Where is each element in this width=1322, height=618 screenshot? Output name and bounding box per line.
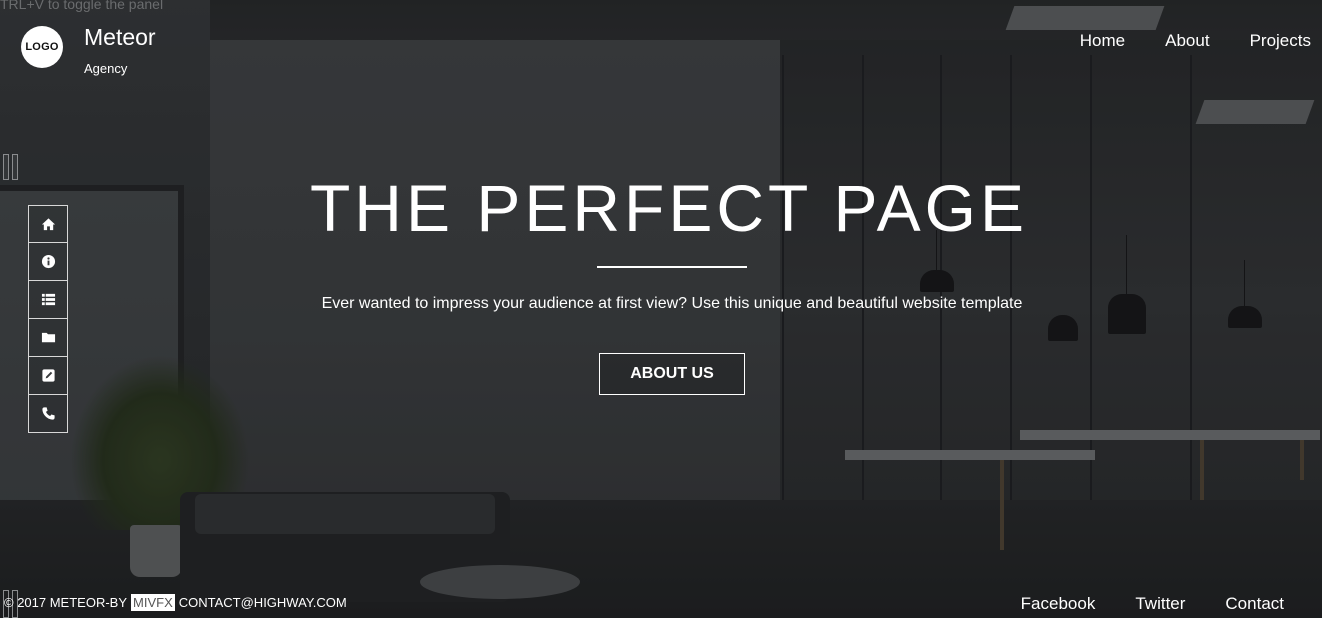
side-nav-edit-button[interactable] bbox=[28, 357, 68, 395]
footer-nav: Facebook Twitter Contact bbox=[1021, 594, 1284, 614]
copyright-prefix: © 2017 METEOR-BY bbox=[4, 595, 128, 610]
side-nav-phone-button[interactable] bbox=[28, 395, 68, 433]
page: TRL+V to toggle the panel LOGO Meteor Ag… bbox=[0, 0, 1322, 618]
brand-name: Meteor bbox=[84, 24, 156, 50]
copyright-author-link[interactable]: MIVFX bbox=[131, 594, 175, 611]
logo-text: LOGO bbox=[25, 41, 59, 53]
footer-twitter-link[interactable]: Twitter bbox=[1135, 594, 1185, 614]
logo[interactable]: LOGO bbox=[21, 26, 63, 68]
nav-home-link[interactable]: Home bbox=[1080, 31, 1125, 51]
hero-subtitle: Ever wanted to impress your audience at … bbox=[321, 295, 1023, 312]
top-nav: Home About Projects bbox=[1080, 31, 1311, 51]
brand-tagline: Agency bbox=[84, 61, 128, 76]
nav-projects-link[interactable]: Projects bbox=[1250, 31, 1311, 51]
panel-hint-text: TRL+V to toggle the panel bbox=[0, 0, 164, 12]
hero-divider bbox=[597, 266, 747, 268]
side-nav-info-button[interactable] bbox=[28, 243, 68, 281]
about-us-button[interactable]: ABOUT US bbox=[599, 353, 745, 395]
footer-facebook-link[interactable]: Facebook bbox=[1021, 594, 1096, 614]
folder-icon bbox=[41, 332, 55, 343]
hero-title: THE PERFECT PAGE bbox=[309, 171, 1028, 245]
nav-about-link[interactable]: About bbox=[1165, 31, 1209, 51]
side-nav-folder-button[interactable] bbox=[28, 319, 68, 357]
footer-contact-link[interactable]: Contact bbox=[1225, 594, 1284, 614]
phone-icon bbox=[41, 407, 55, 420]
edit-icon bbox=[41, 369, 55, 382]
copyright: © 2017 METEOR-BY MIVFX CONTACT@HIGHWAY.C… bbox=[4, 594, 347, 611]
copyright-email[interactable]: CONTACT@HIGHWAY.COM bbox=[179, 595, 347, 610]
info-icon bbox=[41, 254, 55, 269]
